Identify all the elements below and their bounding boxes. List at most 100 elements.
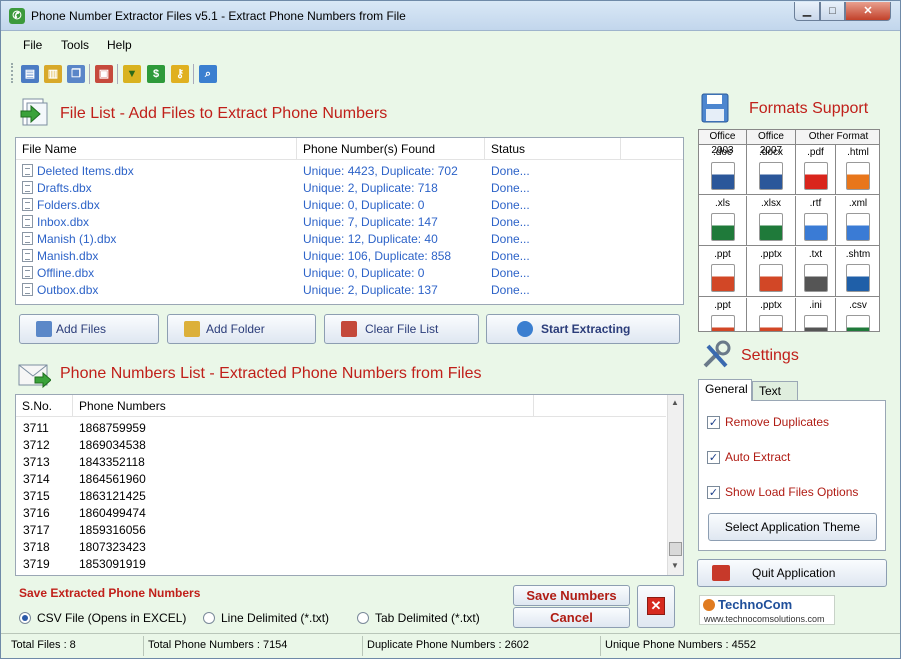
scroll-up-icon[interactable]: ▲: [671, 398, 679, 407]
table-row[interactable]: Outbox.dbx Unique: 2, Duplicate: 137 Done.…: [16, 282, 683, 299]
phone-numbers-table[interactable]: S.No. Phone Numbers 3711 1868759959 3712 18…: [15, 394, 684, 576]
sno-cell: 3714: [23, 472, 50, 486]
filter-icon[interactable]: ▼: [123, 65, 141, 83]
checkbox-check-icon[interactable]: ✓: [707, 451, 720, 464]
maximize-button[interactable]: □: [820, 2, 845, 21]
phone-found-cell: Unique: 106, Duplicate: 858: [303, 249, 452, 263]
add-folder-icon[interactable]: ▥: [44, 65, 62, 83]
close-save-button[interactable]: ✕: [637, 585, 675, 628]
add-files-button[interactable]: Add Files: [19, 314, 159, 344]
window-title: Phone Number Extractor Files v5.1 - Extr…: [31, 9, 406, 23]
file-name-cell: Manish.dbx: [22, 248, 98, 265]
table-row[interactable]: 3719 1853091919: [16, 556, 666, 573]
menu-tools[interactable]: Tools: [61, 38, 89, 52]
quit-application-button[interactable]: Quit Application: [697, 559, 887, 587]
table-row[interactable]: Folders.dbx Unique: 0, Duplicate: 0 Done..…: [16, 197, 683, 214]
table-row[interactable]: 3716 1860499474: [16, 505, 666, 522]
table-row[interactable]: 3712 1869034538: [16, 437, 666, 454]
file-name: Inbox.dbx: [37, 215, 90, 229]
column-header-status[interactable]: Status: [485, 138, 621, 160]
table-row[interactable]: Manish.dbx Unique: 106, Duplicate: 858 Don…: [16, 248, 683, 265]
add-files-icon[interactable]: ▤: [21, 65, 39, 83]
checkbox-check-icon[interactable]: ✓: [707, 486, 720, 499]
table-row[interactable]: 3714 1864561960: [16, 471, 666, 488]
table-row[interactable]: Inbox.dbx Unique: 7, Duplicate: 147 Done..…: [16, 214, 683, 231]
sno-cell: 3711: [23, 421, 49, 435]
format-extension: .html: [847, 147, 869, 158]
radio-button[interactable]: [19, 612, 31, 624]
phone-list-scrollbar[interactable]: ▲ ▼: [667, 395, 683, 575]
table-row[interactable]: Drafts.dbx Unique: 2, Duplicate: 718 Done.…: [16, 180, 683, 197]
radio-button[interactable]: [357, 612, 369, 624]
cancel-button[interactable]: Cancel: [513, 607, 630, 628]
table-row[interactable]: 3713 1843352118: [16, 454, 666, 471]
key-icon[interactable]: ⚷: [171, 65, 189, 83]
minimize-button[interactable]: ▁: [794, 2, 820, 21]
menu-file[interactable]: File: [23, 38, 42, 52]
phone-found-cell: Unique: 7, Duplicate: 147: [303, 215, 438, 229]
file-name: Manish (1).dbx: [37, 232, 117, 246]
remove-duplicates-label: Remove Duplicates: [725, 415, 830, 429]
file-format-icon: [710, 213, 735, 241]
file-name-cell: Deleted Items.dbx: [22, 163, 134, 180]
status-cell: Done...: [491, 266, 530, 280]
table-row[interactable]: 3715 1863121425: [16, 488, 666, 505]
checkbox-check-icon[interactable]: ✓: [707, 416, 720, 429]
format-extension: .xlsx: [761, 198, 781, 209]
tab-general[interactable]: General: [698, 379, 752, 401]
clear-file-list-button[interactable]: Clear File List: [324, 314, 479, 344]
exit-door-icon: [712, 565, 730, 581]
file-format-icon: [803, 213, 828, 241]
format-extension: .pdf: [807, 147, 824, 158]
radio-button[interactable]: [203, 612, 215, 624]
document-icon: [22, 266, 33, 279]
status-bar: Total Files : 8 Total Phone Numbers : 71…: [1, 633, 900, 658]
column-header-sno[interactable]: S.No.: [16, 395, 73, 417]
table-row[interactable]: 3718 1807323423: [16, 539, 666, 556]
file-name: Deleted Items.dbx: [37, 164, 134, 178]
toolbar-separator: [193, 64, 194, 84]
format-extension: .ppt: [714, 300, 731, 311]
file-format-icon: [846, 315, 870, 331]
table-row[interactable]: Manish (1).dbx Unique: 12, Duplicate: 40 D…: [16, 231, 683, 248]
file-format-icon: [710, 315, 735, 331]
format-cell: .ini: [796, 298, 836, 331]
tab-text[interactable]: Text: [752, 381, 798, 401]
quit-application-label: Quit Application: [752, 566, 836, 580]
table-row[interactable]: Offline.dbx Unique: 0, Duplicate: 0 Done..…: [16, 265, 683, 282]
select-application-theme-button[interactable]: Select Application Theme: [708, 513, 877, 541]
format-extension: .pptx: [760, 300, 782, 311]
dollar-icon[interactable]: $: [147, 65, 165, 83]
column-header-file-name[interactable]: File Name: [16, 138, 297, 160]
clear-list-icon: [341, 321, 357, 337]
search-icon[interactable]: ⌕: [199, 65, 217, 83]
column-header-phone-found[interactable]: Phone Number(s) Found: [297, 138, 485, 160]
clear-list-icon[interactable]: ▣: [95, 65, 113, 83]
save-numbers-button[interactable]: Save Numbers: [513, 585, 630, 606]
phone-list-title: Phone Numbers List - Extracted Phone Num…: [60, 365, 482, 382]
file-format-icon: [759, 213, 783, 241]
phone-number-cell: 1869034538: [79, 438, 146, 452]
file-list-table[interactable]: File Name Phone Number(s) Found Status D…: [15, 137, 684, 305]
file-format-icon: [759, 264, 783, 292]
sno-cell: 3712: [23, 438, 50, 452]
table-row[interactable]: 3711 1868759959: [16, 420, 666, 437]
copy-icon[interactable]: ❐: [67, 65, 85, 83]
file-list-icon: [19, 97, 51, 127]
table-row[interactable]: Deleted Items.dbx Unique: 4423, Duplicate…: [16, 163, 683, 180]
close-button[interactable]: ✕: [845, 2, 891, 21]
phone-number-cell: 1863121425: [79, 489, 146, 503]
table-row[interactable]: 3717 1859316056: [16, 522, 666, 539]
format-cell: .txt: [796, 247, 836, 297]
toolbar-separator: [117, 64, 118, 84]
column-header-phone-numbers[interactable]: Phone Numbers: [73, 395, 534, 417]
add-folder-button[interactable]: Add Folder: [167, 314, 316, 344]
scroll-down-icon[interactable]: ▼: [671, 561, 679, 570]
menu-help[interactable]: Help: [107, 38, 132, 52]
scroll-thumb[interactable]: [669, 542, 682, 556]
start-extracting-button[interactable]: Start Extracting: [486, 314, 680, 344]
format-cell: .docx: [747, 145, 796, 195]
document-icon: [22, 198, 33, 211]
search-icon: [517, 321, 533, 337]
folder-icon: [184, 321, 200, 337]
